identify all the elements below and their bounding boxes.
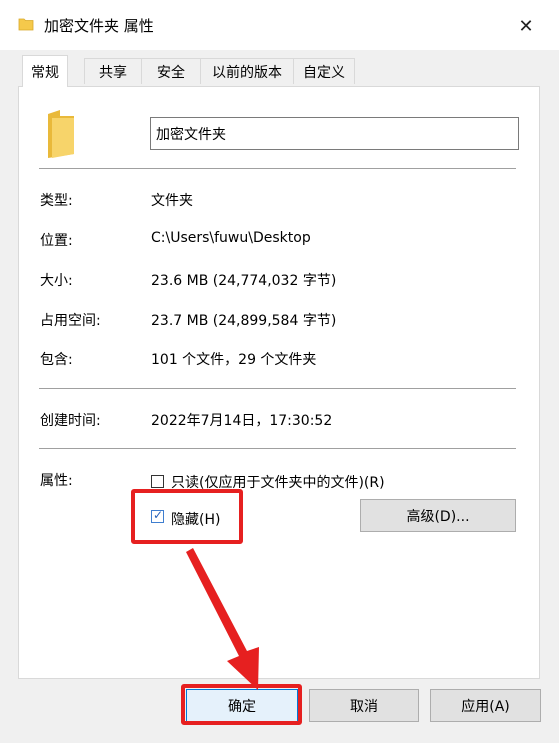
tab-general[interactable]: 常规 (22, 55, 68, 87)
annotation-arrow-icon (186, 548, 259, 690)
